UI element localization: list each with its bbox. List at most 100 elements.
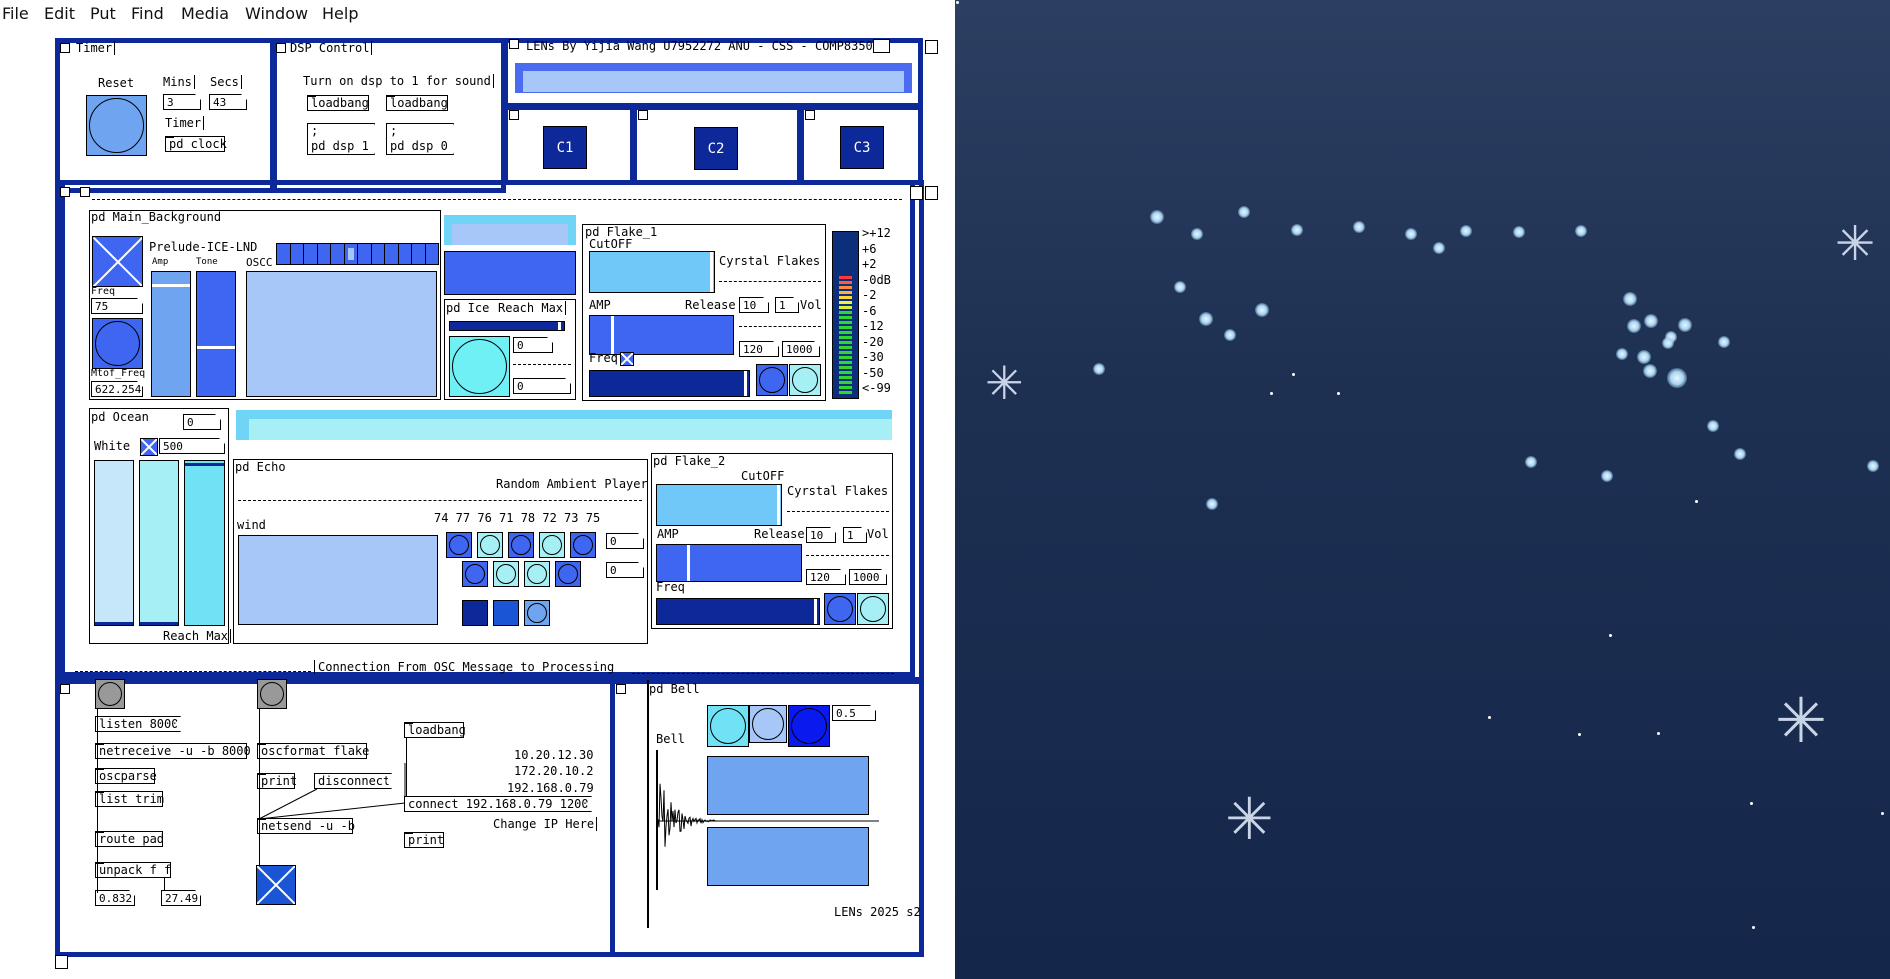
netsend-toggle[interactable] xyxy=(256,865,296,905)
listen-message[interactable]: listen 8000 xyxy=(95,716,181,732)
oscformat-object[interactable]: oscformat flake xyxy=(257,743,369,759)
flake2-amp-slider[interactable] xyxy=(656,544,802,582)
mins-number[interactable]: 3 xyxy=(163,94,201,110)
echo-bang[interactable] xyxy=(477,532,503,558)
flake1-freq-toggle[interactable] xyxy=(620,352,634,366)
radio-cell[interactable] xyxy=(303,243,318,265)
ocean-white-number[interactable]: 500 xyxy=(159,438,225,454)
osc-bang[interactable] xyxy=(95,679,125,709)
loadbang-object[interactable]: loadbang xyxy=(386,95,448,111)
radio-cell[interactable] xyxy=(384,243,399,265)
menu-window[interactable]: Window xyxy=(245,4,308,23)
radio-cell[interactable] xyxy=(343,243,358,265)
unpack-object[interactable]: unpack f f xyxy=(95,862,171,878)
osc-bang[interactable] xyxy=(257,679,287,709)
flake1-cutoff-slider[interactable] xyxy=(589,251,715,293)
echo-bang[interactable] xyxy=(555,561,581,587)
ocean-slider-2[interactable] xyxy=(139,460,179,626)
bell-array[interactable] xyxy=(656,750,879,890)
loadbang-object[interactable]: loadbang xyxy=(307,95,369,111)
radio-cell[interactable] xyxy=(370,243,385,265)
bell-bang[interactable] xyxy=(749,705,787,743)
print-object[interactable]: print xyxy=(404,832,444,848)
ice-slider[interactable] xyxy=(449,321,565,331)
scene-c2-button[interactable]: C2 xyxy=(694,127,738,170)
echo-number[interactable]: 0 xyxy=(606,562,644,578)
listtrim-object[interactable]: list trim xyxy=(95,791,164,807)
echo-bang[interactable] xyxy=(539,532,565,558)
echo-bang[interactable] xyxy=(570,532,596,558)
tone-slider[interactable] xyxy=(196,271,236,397)
menu-media[interactable]: Media xyxy=(181,4,229,23)
flake2-cutoff-slider[interactable] xyxy=(656,484,782,526)
radio-cell[interactable] xyxy=(316,243,331,265)
radio-cell[interactable] xyxy=(424,243,439,265)
radio-cell[interactable] xyxy=(397,243,412,265)
scene-c1-button[interactable]: C1 xyxy=(543,126,587,169)
menu-help[interactable]: Help xyxy=(322,4,358,23)
mtof-number[interactable]: 622.254 xyxy=(91,381,143,397)
flake2-1000-number[interactable]: 1000 xyxy=(849,569,887,585)
netreceive-object[interactable]: netreceive -u -b 8000 xyxy=(95,743,251,759)
freq-bang[interactable] xyxy=(92,318,143,369)
radio-cell[interactable] xyxy=(411,243,426,265)
flake2-120-number[interactable]: 120 xyxy=(806,569,846,585)
osc-value-1[interactable]: 0.832 xyxy=(95,890,135,906)
wind-array[interactable] xyxy=(238,535,438,625)
scene-c3-button[interactable]: C3 xyxy=(840,126,884,169)
flake2-bang[interactable] xyxy=(857,593,889,625)
bell-bang[interactable] xyxy=(788,705,830,747)
ice-number[interactable]: 0 xyxy=(513,378,571,394)
oscc-array[interactable] xyxy=(246,271,437,397)
echo-bang[interactable] xyxy=(493,561,519,587)
menu-file[interactable]: File xyxy=(2,4,29,23)
ice-bang[interactable] xyxy=(449,336,510,397)
flake2-bang[interactable] xyxy=(824,593,856,625)
oscparse-object[interactable]: oscparse xyxy=(95,768,157,784)
echo-bang[interactable] xyxy=(446,532,472,558)
radio-cell[interactable] xyxy=(330,243,345,265)
flake1-release-number[interactable]: 10 xyxy=(739,297,769,313)
flake1-120-number[interactable]: 120 xyxy=(739,341,779,357)
flake2-release-number[interactable]: 10 xyxy=(806,527,836,543)
flake1-bang[interactable] xyxy=(756,364,788,396)
amp-slider[interactable] xyxy=(151,271,191,397)
flake2-vol-number[interactable]: 1 xyxy=(843,527,867,543)
ocean-slider-1[interactable] xyxy=(94,460,134,626)
bell-number[interactable]: 0.5 xyxy=(832,705,876,721)
ocean-number[interactable]: 0 xyxy=(183,414,221,430)
echo-bang[interactable] xyxy=(524,600,550,626)
dsp-on-message[interactable]: ; pd dsp 1 xyxy=(307,123,375,155)
freq-number[interactable]: 75 xyxy=(91,298,143,314)
echo-bang[interactable] xyxy=(508,532,534,558)
flake1-1000-number[interactable]: 1000 xyxy=(782,341,820,357)
flake1-freq-slider[interactable] xyxy=(589,370,750,397)
radio-cell[interactable] xyxy=(276,243,291,265)
flake2-freq-slider[interactable] xyxy=(656,598,820,625)
loadbang-object[interactable]: loadbang xyxy=(404,722,466,738)
ice-number[interactable]: 0 xyxy=(513,337,553,353)
ocean-white-toggle[interactable] xyxy=(140,438,158,456)
osc-value-2[interactable]: 27.49 xyxy=(161,890,201,906)
echo-number[interactable]: 0 xyxy=(606,533,644,549)
dsp-off-message[interactable]: ; pd dsp 0 xyxy=(386,123,454,155)
menu-edit[interactable]: Edit xyxy=(44,4,75,23)
pd-clock-object[interactable]: pd clock xyxy=(165,136,227,152)
menu-put[interactable]: Put xyxy=(90,4,116,23)
menu-find[interactable]: Find xyxy=(131,4,164,23)
radio-cell[interactable] xyxy=(357,243,372,265)
main-radio[interactable] xyxy=(276,243,439,265)
routepad-object[interactable]: route pad xyxy=(95,831,164,847)
flake1-bang[interactable] xyxy=(789,364,821,396)
echo-bang[interactable] xyxy=(462,561,488,587)
reset-bang[interactable] xyxy=(86,95,147,156)
prelude-label: Prelude-ICE-LND xyxy=(149,240,258,254)
connect-message[interactable]: connect 192.168.0.79 12000 xyxy=(404,796,592,812)
flake1-amp-slider[interactable] xyxy=(589,315,734,355)
ocean-slider-3[interactable] xyxy=(184,460,225,626)
echo-bang[interactable] xyxy=(524,561,550,587)
secs-number[interactable]: 43 xyxy=(209,94,247,110)
bell-bang[interactable] xyxy=(707,705,749,747)
main-toggle[interactable] xyxy=(92,236,143,287)
radio-cell[interactable] xyxy=(289,243,304,265)
